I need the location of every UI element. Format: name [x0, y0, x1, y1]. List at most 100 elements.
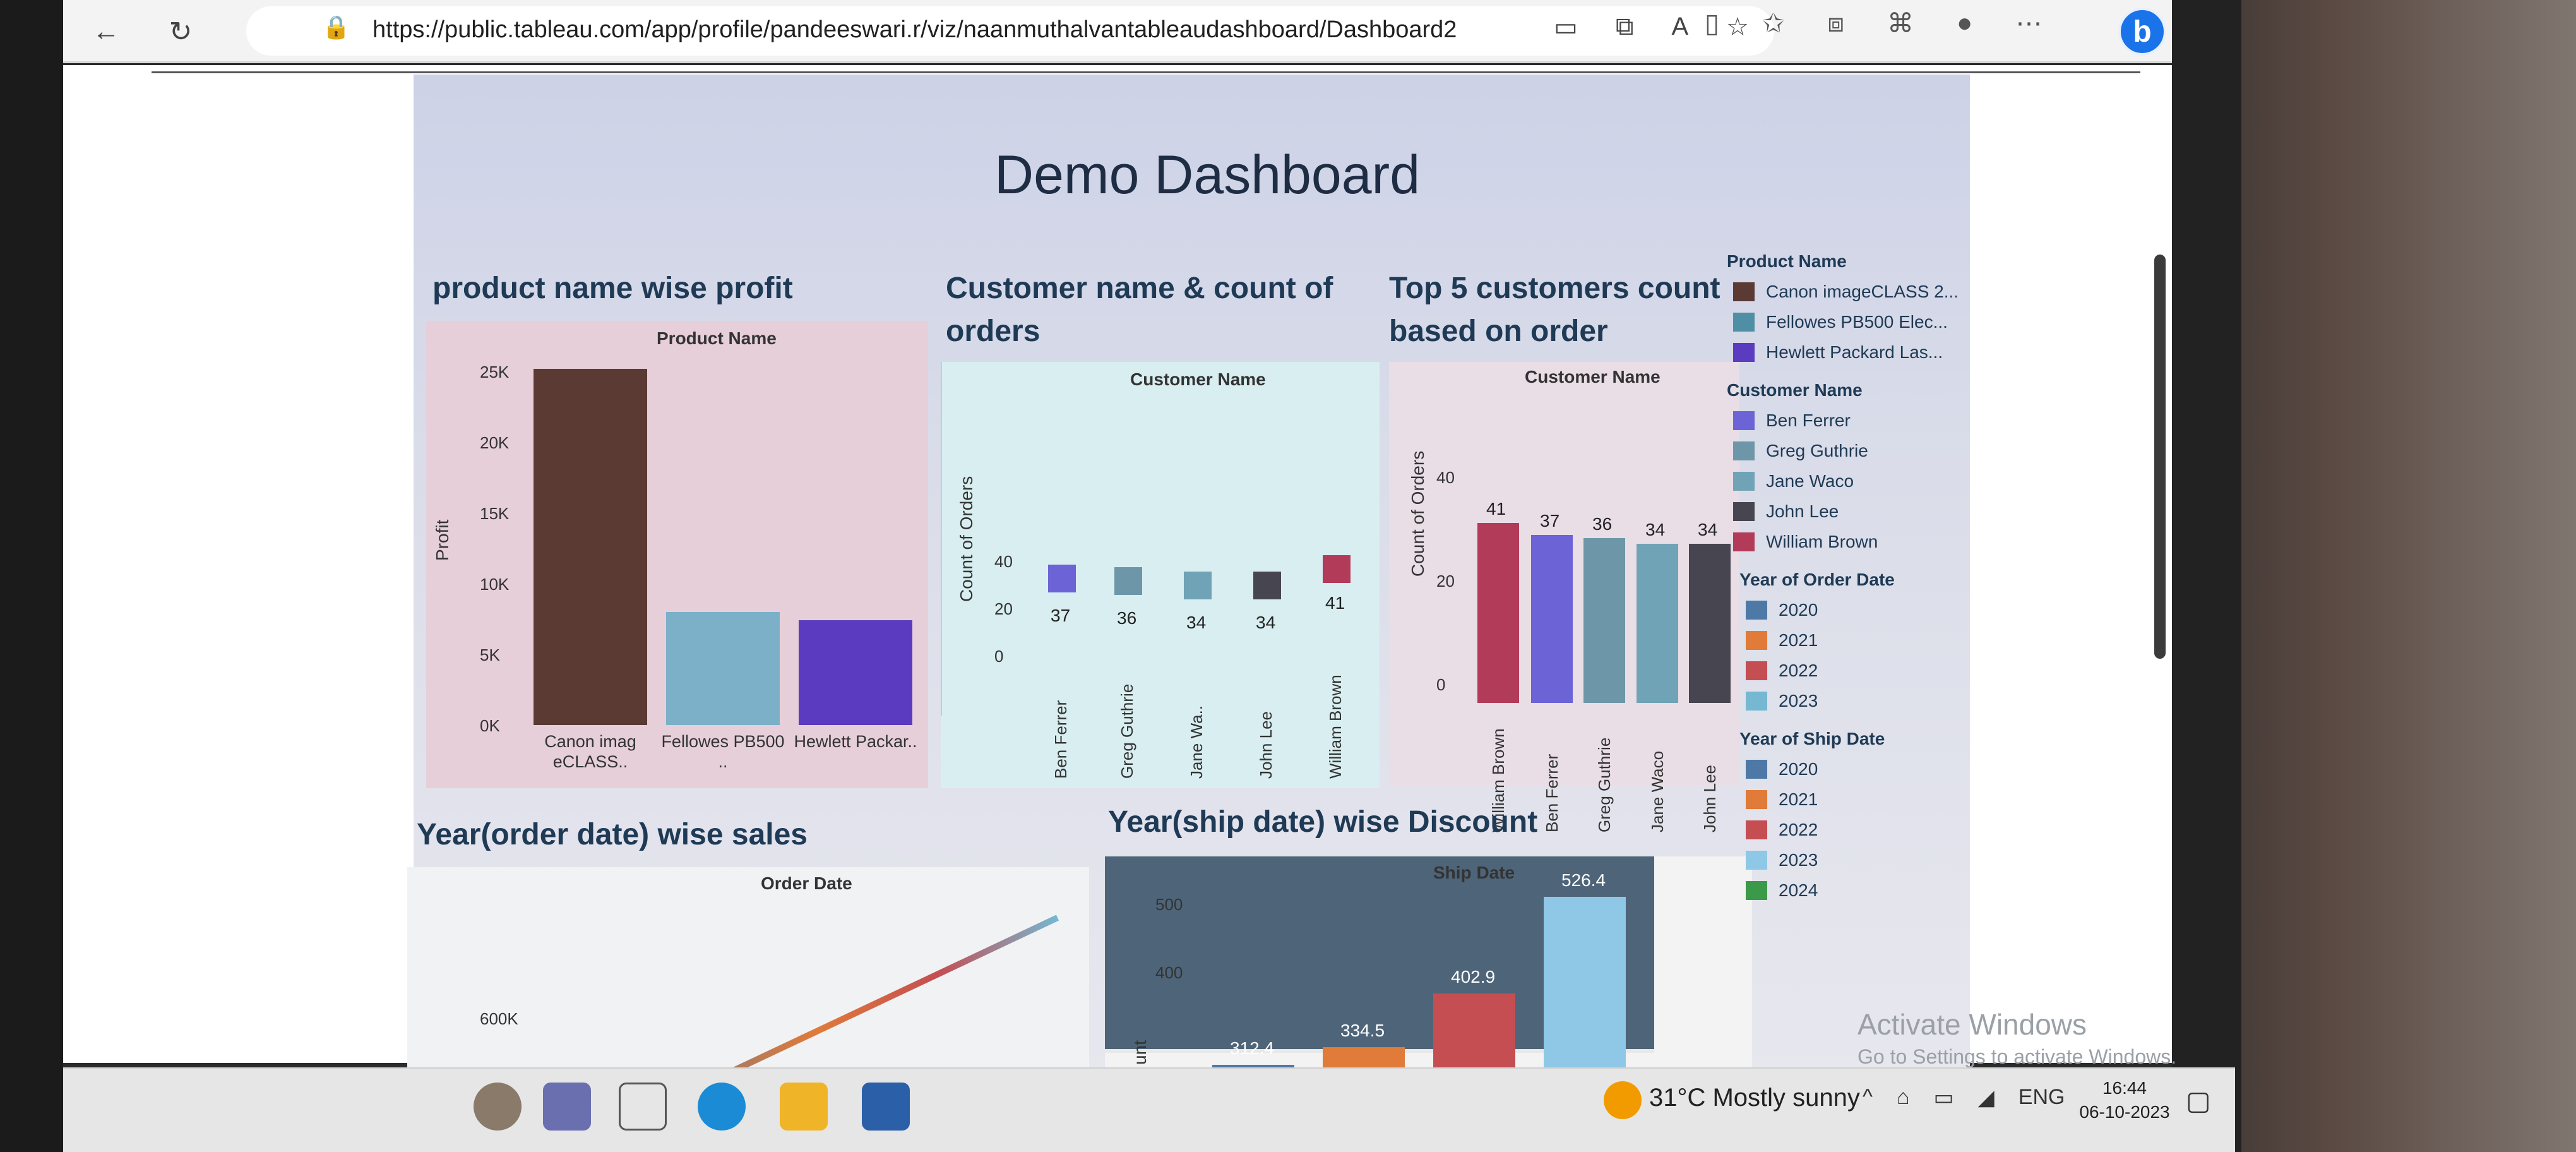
y-tick: 40	[994, 551, 1013, 571]
screen-bezel-left	[0, 0, 63, 1152]
legend-swatch	[1733, 282, 1755, 301]
legend-swatch	[1746, 661, 1767, 680]
y-tick: 40	[1436, 468, 1455, 487]
bar-2	[799, 620, 912, 725]
legend-swatch	[1746, 760, 1767, 779]
category-label: Greg Guthrie	[1595, 737, 1614, 832]
legend-label: 2021	[1779, 630, 1818, 650]
order-mark-1	[1114, 567, 1142, 595]
chat-icon[interactable]	[619, 1083, 667, 1131]
legend-title-product: Product Name	[1727, 251, 1847, 271]
bar-0	[534, 368, 647, 725]
lock-icon: 🔒	[322, 14, 350, 40]
y-tick: 500	[1155, 895, 1183, 914]
browser-toolbar: ← ↻ 🔒 https://public.tableau.com/app/pro…	[63, 0, 2172, 63]
bar-2	[1433, 993, 1515, 1074]
legend-swatch	[1733, 313, 1755, 332]
windows-taskbar: 31°C Mostly sunny ^ ⌂ ▭ ◢ ENG 16:44 06-1…	[63, 1067, 2235, 1152]
page-divider	[152, 71, 2140, 73]
sheet-title-product-profit: product name wise profit	[432, 272, 793, 305]
legend-item: Ben Ferrer	[1733, 411, 1851, 431]
category-label: William Brown	[1326, 675, 1345, 779]
profile-icon[interactable]: ●	[1957, 8, 1972, 39]
split-screen-icon[interactable]: ⧉	[1616, 13, 1634, 42]
weather-text[interactable]: 31°C Mostly sunny	[1649, 1084, 1860, 1112]
notification-icon[interactable]: ▢	[2186, 1085, 2211, 1116]
legend-item: 2024	[1746, 880, 1818, 901]
system-tray[interactable]: ^ ⌂ ▭ ◢ ENG	[1863, 1085, 2065, 1110]
file-explorer-icon[interactable]	[780, 1083, 828, 1131]
network-icon[interactable]: ⌂	[1897, 1085, 1910, 1110]
y-tick: 0	[1436, 675, 1446, 694]
app-window-icon[interactable]	[543, 1083, 591, 1131]
refresh-icon[interactable]: ↻	[163, 14, 198, 49]
read-aloud-icon[interactable]: A	[1671, 13, 1688, 42]
collections-icon[interactable]: ⧈	[1827, 8, 1844, 39]
y-axis-title: Count of Orders	[957, 476, 976, 602]
bar-2	[1583, 537, 1625, 703]
sheet-title-ship-discount: Year(ship date) wise Discount	[1108, 805, 1538, 839]
y-tick: 5K	[480, 645, 500, 664]
legend-swatch	[1746, 820, 1767, 839]
bar-3	[1544, 896, 1626, 1074]
plot-area-line	[941, 362, 942, 716]
legend-swatch	[1733, 532, 1755, 551]
data-label: 34	[1186, 613, 1207, 633]
data-label: 41	[1325, 593, 1345, 613]
bing-chat-icon[interactable]: b	[2118, 8, 2166, 56]
order-mark-2	[1184, 572, 1212, 600]
bar-1	[1531, 535, 1573, 703]
scrollbar-thumb[interactable]	[2154, 255, 2166, 659]
clock[interactable]: 16:44 06-10-2023	[2077, 1076, 2172, 1124]
extensions-icon[interactable]: ⌘	[1887, 8, 1914, 39]
chart-header: Ship Date	[1433, 863, 1515, 882]
chart-order-sales: Order Date 600K	[407, 867, 1089, 1076]
mail-icon[interactable]	[862, 1083, 910, 1131]
category-label: Ben Ferrer	[1542, 753, 1561, 832]
order-mark-4	[1323, 555, 1351, 584]
legend-item: 2020	[1746, 600, 1818, 620]
y-axis-title: Count of Orders	[1408, 450, 1428, 577]
legend-swatch	[1746, 631, 1767, 650]
chart-customer-orders: Customer Name Count of Orders 40 20 0 37 Ben F…	[941, 362, 1380, 788]
wifi-icon[interactable]: ◢	[1978, 1085, 1995, 1110]
weather-sun-icon[interactable]	[1604, 1081, 1642, 1119]
battery-icon[interactable]: ▭	[1934, 1085, 1954, 1110]
legend-swatch	[1733, 441, 1755, 460]
category-label: Greg Guthrie	[1118, 683, 1136, 779]
data-label: 41	[1486, 499, 1506, 519]
category-label: Hewlett Packar..	[794, 732, 917, 751]
back-arrow-icon[interactable]: ←	[88, 14, 124, 49]
app-install-icon[interactable]: ▭	[1554, 13, 1578, 42]
y-tick: 15K	[480, 504, 510, 523]
legend-item: William Brown	[1733, 532, 1878, 552]
category-label: Canon imag eCLASS..	[544, 732, 636, 771]
url-text: https://public.tableau.com/app/profile/p…	[373, 16, 1457, 43]
sheet-title-customer-orders: Customer name & count of orders	[946, 272, 1333, 348]
y-tick: 10K	[480, 575, 510, 594]
tray-chevron-icon[interactable]: ^	[1863, 1085, 1873, 1110]
split-view-icon[interactable]: ▯	[1705, 8, 1719, 39]
tableau-dashboard: Demo Dashboard product name wise profit …	[407, 75, 1970, 1076]
language-indicator[interactable]: ENG	[2018, 1085, 2065, 1110]
legend-label: 2022	[1779, 820, 1818, 839]
data-label: 36	[1117, 608, 1137, 628]
user-photo-icon[interactable]	[474, 1083, 522, 1131]
favorites-icon[interactable]: ✩	[1762, 8, 1784, 39]
activate-windows-title: Activate Windows	[1857, 1008, 2087, 1041]
data-label: 37	[1540, 511, 1560, 531]
chart-top5-customers: Customer Name Count of Orders 40 20 0 41 Willi…	[1389, 362, 1739, 832]
legend-swatch	[1733, 411, 1755, 430]
category-label: Ben Ferrer	[1051, 700, 1070, 779]
more-menu-icon[interactable]: ⋯	[2015, 8, 2042, 39]
legend-label: Greg Guthrie	[1766, 441, 1868, 460]
legend-title-order_year: Year of Order Date	[1739, 570, 1895, 589]
bar-1	[666, 611, 780, 725]
legend-label: Fellowes PB500 Elec...	[1766, 312, 1948, 332]
legend-label: 2023	[1779, 691, 1818, 711]
screen-bezel-right	[2172, 0, 2241, 1152]
address-bar[interactable]: 🔒 https://public.tableau.com/app/profile…	[246, 6, 1774, 56]
legend-swatch	[1733, 343, 1755, 362]
y-tick: 20K	[480, 433, 510, 452]
edge-browser-icon[interactable]	[698, 1083, 746, 1131]
